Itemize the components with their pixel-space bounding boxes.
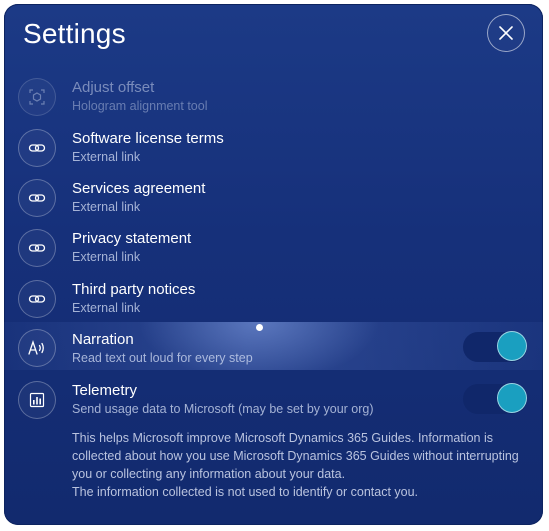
- services-agreement-button[interactable]: [18, 179, 56, 217]
- close-icon: [499, 26, 513, 40]
- info-paragraph-2: The information collected is not used to…: [72, 485, 419, 499]
- link-icon: [28, 189, 46, 207]
- third-party-notices-sub: External link: [72, 301, 141, 315]
- narration-item[interactable]: Narration Read text out loud for every s…: [4, 322, 543, 370]
- telemetry-toggle-knob: [497, 383, 527, 413]
- narration-label: Narration: [72, 331, 134, 348]
- adjust-offset-button: [18, 78, 56, 116]
- telemetry-sub: Send usage data to Microsoft (may be set…: [72, 402, 374, 416]
- privacy-statement-label: Privacy statement: [72, 230, 192, 247]
- services-agreement-item[interactable]: Services agreement External link: [4, 174, 543, 222]
- narration-icon: [27, 339, 47, 357]
- software-license-button[interactable]: [18, 129, 56, 167]
- link-icon: [28, 239, 46, 257]
- narration-toggle-knob: [497, 331, 527, 361]
- services-agreement-label: Services agreement: [72, 180, 206, 197]
- services-agreement-sub: External link: [72, 200, 141, 214]
- page-title: Settings: [23, 18, 126, 49]
- third-party-notices-button[interactable]: [18, 280, 56, 318]
- hologram-offset-icon: [28, 88, 46, 106]
- third-party-notices-label: Third party notices: [72, 281, 196, 298]
- link-icon: [28, 290, 46, 308]
- third-party-notices-item[interactable]: Third party notices External link: [4, 275, 543, 323]
- privacy-statement-sub: External link: [72, 250, 141, 264]
- privacy-statement-button[interactable]: [18, 229, 56, 267]
- telemetry-item[interactable]: Telemetry Send usage data to Microsoft (…: [4, 376, 543, 424]
- settings-panel: Settings Adjust offset Hologram alignmen…: [4, 4, 543, 525]
- privacy-statement-item[interactable]: Privacy statement External link: [4, 224, 543, 272]
- telemetry-label: Telemetry: [72, 382, 138, 399]
- adjust-offset-sub: Hologram alignment tool: [72, 99, 208, 113]
- close-button[interactable]: [487, 14, 525, 52]
- software-license-item[interactable]: Software license terms External link: [4, 124, 543, 172]
- narration-toggle[interactable]: [463, 331, 527, 362]
- link-icon: [28, 139, 46, 157]
- adjust-offset-label: Adjust offset: [72, 79, 155, 96]
- telemetry-info-text: This helps Microsoft improve Microsoft D…: [72, 429, 522, 501]
- telemetry-icon: [29, 392, 45, 408]
- telemetry-toggle[interactable]: [463, 383, 527, 414]
- info-paragraph-1: This helps Microsoft improve Microsoft D…: [72, 431, 519, 481]
- telemetry-button[interactable]: [18, 381, 56, 419]
- software-license-sub: External link: [72, 150, 141, 164]
- narration-sub: Read text out loud for every step: [72, 351, 253, 365]
- narration-button[interactable]: [18, 329, 56, 367]
- software-license-label: Software license terms: [72, 130, 224, 147]
- adjust-offset-item: Adjust offset Hologram alignment tool: [4, 73, 543, 121]
- gaze-cursor: [256, 324, 263, 331]
